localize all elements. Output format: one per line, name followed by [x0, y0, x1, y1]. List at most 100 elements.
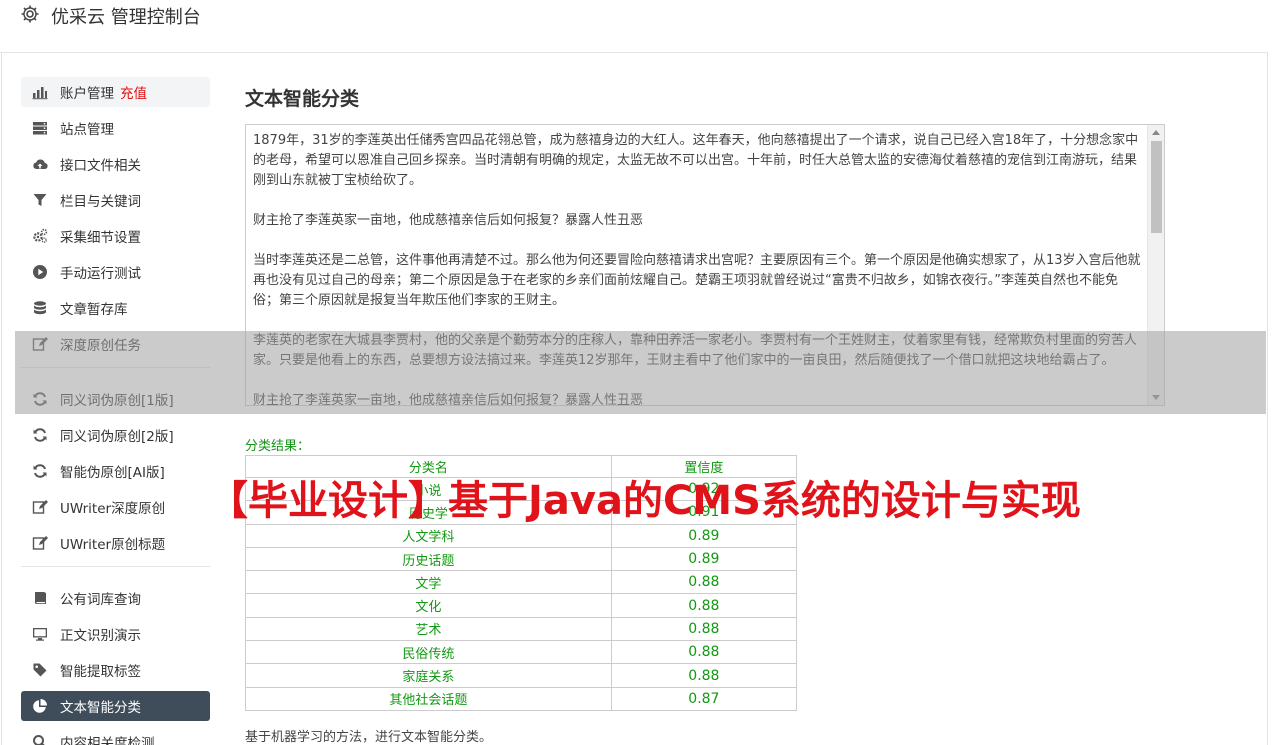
recharge-link[interactable]: 充值	[120, 82, 147, 102]
book-icon	[32, 590, 48, 606]
app-title: 优采云 管理控制台	[51, 7, 201, 28]
sidebar-item-synonym-v1[interactable]: 同义词伪原创[1版]	[21, 384, 210, 414]
category-cell: 艺术	[245, 616, 612, 642]
refresh-icon	[32, 391, 48, 407]
sidebar-item-article-storage[interactable]: 文章暂存库	[21, 293, 210, 323]
category-cell: 小说	[245, 476, 612, 502]
sidebar: 账户管理 充值 站点管理 接口文件相关 栏目与关键词 采集细节设置 手动运行测试…	[21, 77, 210, 745]
sidebar-item-label: 站点管理	[60, 122, 114, 138]
database-icon	[32, 300, 48, 316]
classification-result-table: 分类名 置信度 小说 0.92 历史学 0.91 人文学科 0.89 历史话题 0.89…	[245, 455, 798, 711]
category-cell: 历史话题	[245, 546, 612, 572]
text-paragraph: 李莲英的老家在大城县李贾村，他的父亲是个勤劳本分的庄稼人，靠种田养活一家老小。李…	[253, 333, 1138, 368]
sidebar-item-interface-files[interactable]: 接口文件相关	[21, 149, 210, 179]
table-row: 家庭关系 0.88	[245, 663, 798, 688]
table-row: 历史学 0.91	[245, 500, 798, 525]
refresh-icon	[32, 463, 48, 479]
sidebar-item-uwriter-title[interactable]: UWriter原创标题	[21, 528, 210, 558]
sidebar-item-text-classification[interactable]: 文本智能分类	[21, 691, 210, 721]
category-cell: 历史学	[245, 500, 612, 525]
desktop-icon	[32, 626, 48, 642]
sidebar-item-label: 采集细节设置	[60, 230, 141, 246]
table-row: 民俗传统 0.88	[245, 640, 798, 665]
source-text-area[interactable]: 1879年，31岁的李莲英出任储秀宫四品花翎总管，成为慈禧身边的大红人。这年春天…	[245, 124, 1165, 406]
confidence-cell: 0.89	[610, 523, 798, 548]
sidebar-item-label: 智能伪原创[AI版]	[60, 465, 165, 481]
column-header-category: 分类名	[245, 455, 612, 478]
confidence-cell: 0.88	[610, 640, 798, 665]
sidebar-item-ai-rewrite[interactable]: 智能伪原创[AI版]	[21, 456, 210, 486]
sidebar-item-label: 公有词库查询	[60, 592, 141, 608]
server-icon	[32, 120, 48, 136]
sidebar-item-label: 内容相关度检测	[60, 736, 155, 745]
scroll-up-arrow-icon[interactable]	[1152, 130, 1160, 135]
cogs-icon	[32, 228, 48, 244]
sidebar-item-label: 文本智能分类	[60, 700, 141, 716]
main-content: 文本智能分类 1879年，31岁的李莲英出任储秀宫四品花翎总管，成为慈禧身边的大…	[245, 84, 1165, 745]
sidebar-item-relevance-check[interactable]: 内容相关度检测	[21, 727, 210, 745]
category-cell: 家庭关系	[245, 663, 612, 688]
table-row: 人文学科 0.89	[245, 523, 798, 548]
category-cell: 其他社会话题	[245, 686, 612, 711]
search-icon	[32, 734, 48, 745]
sidebar-item-label: 同义词伪原创[2版]	[60, 429, 174, 445]
sidebar-item-sites[interactable]: 站点管理	[21, 113, 210, 143]
sidebar-item-label: 深度原创任务	[60, 338, 141, 354]
confidence-cell: 0.88	[610, 593, 798, 618]
sidebar-item-synonym-v2[interactable]: 同义词伪原创[2版]	[21, 420, 210, 450]
confidence-cell: 0.88	[610, 663, 798, 688]
refresh-icon	[32, 427, 48, 443]
text-paragraph: 财主抢了李莲英家一亩地，他成慈禧亲信后如何报复？暴露人性丑恶	[253, 393, 644, 406]
sidebar-item-label: 接口文件相关	[60, 158, 141, 174]
text-paragraph: 财主抢了李莲英家一亩地，他成慈禧亲信后如何报复？暴露人性丑恶	[253, 213, 644, 228]
sidebar-item-label: 智能提取标签	[60, 664, 141, 680]
category-cell: 文学	[245, 570, 612, 595]
text-paragraph: 1879年，31岁的李莲英出任储秀宫四品花翎总管，成为慈禧身边的大红人。这年春天…	[253, 133, 1139, 188]
pie-chart-icon	[32, 698, 48, 714]
table-row: 文化 0.88	[245, 593, 798, 618]
sidebar-item-label: 文章暂存库	[60, 302, 128, 318]
page-title: 文本智能分类	[245, 88, 360, 110]
sidebar-divider	[21, 367, 210, 368]
sidebar-item-account[interactable]: 账户管理 充值	[21, 77, 210, 107]
tag-icon	[32, 662, 48, 678]
sidebar-item-collection-settings[interactable]: 采集细节设置	[21, 221, 210, 251]
sidebar-item-label: 栏目与关键词	[60, 194, 141, 210]
sidebar-item-text-recognition[interactable]: 正文识别演示	[21, 619, 210, 649]
result-label: 分类结果：	[245, 439, 311, 454]
bar-chart-icon	[32, 84, 48, 100]
sidebar-item-label: UWriter原创标题	[60, 537, 166, 553]
confidence-cell: 0.88	[610, 616, 798, 642]
gear-icon[interactable]	[20, 4, 40, 24]
table-row: 艺术 0.88	[245, 616, 798, 642]
category-cell: 文化	[245, 593, 612, 618]
edit-icon	[32, 499, 48, 515]
text-paragraph: 当时李莲英还是二总管，这件事他再清楚不过。那么他为何还要冒险向慈禧请求出宫呢？主…	[253, 253, 1141, 308]
table-row: 其他社会话题 0.87	[245, 686, 798, 711]
table-row: 文学 0.88	[245, 570, 798, 595]
confidence-cell: 0.88	[610, 570, 798, 595]
sidebar-item-label: 手动运行测试	[60, 266, 141, 282]
sidebar-item-columns-keywords[interactable]: 栏目与关键词	[21, 185, 210, 215]
textarea-scrollbar[interactable]	[1147, 125, 1164, 405]
edit-icon	[32, 535, 48, 551]
method-footnote: 基于机器学习的方法，进行文本智能分类。	[245, 730, 493, 745]
confidence-cell: 0.92	[610, 476, 798, 502]
sidebar-item-deep-original-task[interactable]: 深度原创任务	[21, 329, 210, 359]
cloud-upload-icon	[32, 156, 48, 172]
sidebar-item-public-dictionary[interactable]: 公有词库查询	[21, 583, 210, 613]
filter-icon	[32, 192, 48, 208]
sidebar-item-label: UWriter深度原创	[60, 501, 166, 517]
table-row: 历史话题 0.89	[245, 546, 798, 572]
sidebar-item-label: 正文识别演示	[60, 628, 141, 644]
scroll-thumb[interactable]	[1151, 141, 1162, 233]
scroll-down-arrow-icon[interactable]	[1152, 395, 1160, 400]
confidence-cell: 0.87	[610, 686, 798, 711]
sidebar-item-manual-test[interactable]: 手动运行测试	[21, 257, 210, 287]
column-header-confidence: 置信度	[610, 455, 798, 478]
category-cell: 民俗传统	[245, 640, 612, 665]
sidebar-item-uwriter-deep[interactable]: UWriter深度原创	[21, 492, 210, 522]
edit-icon	[32, 336, 48, 352]
sidebar-item-tag-extraction[interactable]: 智能提取标签	[21, 655, 210, 685]
category-cell: 人文学科	[245, 523, 612, 548]
